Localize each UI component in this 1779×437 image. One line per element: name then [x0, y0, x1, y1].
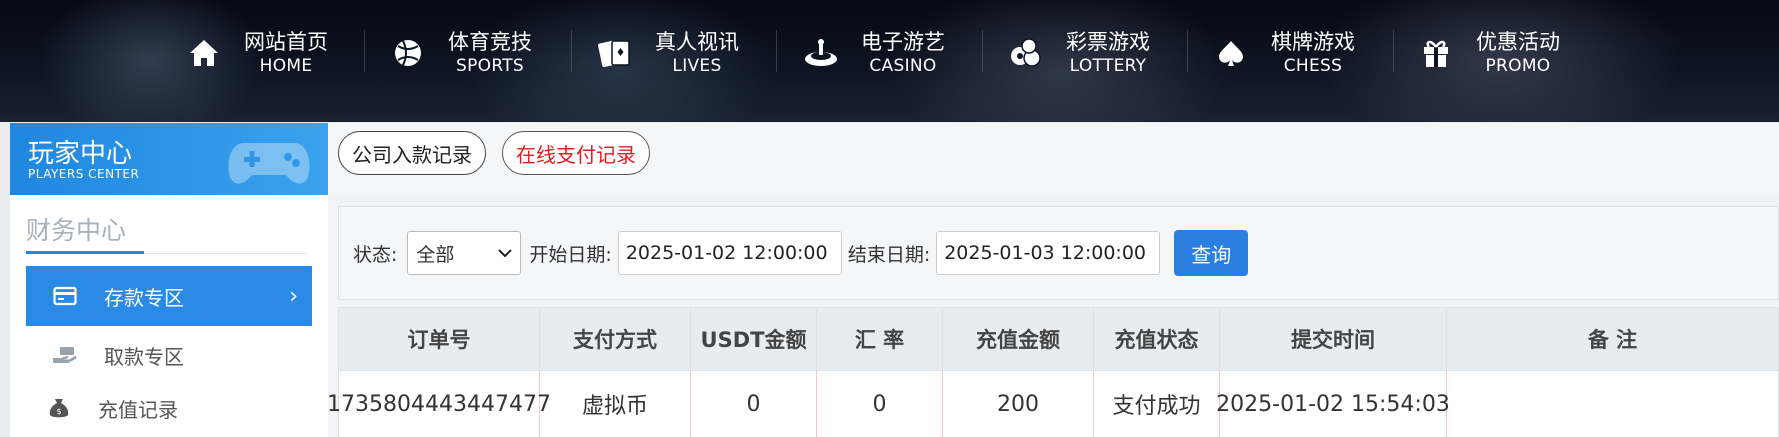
status-label: 状态: [353, 243, 398, 266]
nav-chess[interactable]: 棋牌游戏 CHESS [1213, 22, 1355, 84]
order-number-cell: 1735804443447477 [327, 371, 551, 437]
nav-separator [1187, 30, 1188, 72]
nav-label-zh: 网站首页 [244, 30, 328, 55]
column-header: 充值金额 [943, 308, 1094, 370]
status-select-value: 全部 [416, 243, 455, 266]
nav-label-en: PROMO [1485, 55, 1551, 76]
ball-icon [390, 35, 426, 71]
recharge-status-cell: 支付成功 [1094, 371, 1220, 437]
chevron-right-icon: › [289, 283, 298, 309]
sidebar-item-label: 取款专区 [104, 344, 184, 369]
nav-separator [776, 30, 777, 72]
remark-cell [1447, 371, 1778, 437]
column-header: 充值状态 [1094, 308, 1220, 370]
nav-separator [1393, 30, 1394, 72]
recharge-amount-cell: 200 [943, 371, 1094, 437]
sidebar-item-deposit[interactable]: 存款专区 › [26, 266, 312, 326]
start-date-input[interactable]: 2025-01-02 12:00:00 [617, 231, 842, 275]
column-header: 备 注 [1587, 328, 1638, 352]
usdt-amount-cell: 0 [691, 371, 817, 437]
column-header: USDT金额 [691, 308, 817, 370]
card-icon [50, 286, 80, 306]
spade-icon [1213, 35, 1249, 71]
nav-label-en: SPORTS [456, 55, 524, 76]
money-bag-icon: $ [44, 397, 74, 419]
nav-promo[interactable]: 优惠活动 PROMO [1418, 22, 1560, 84]
nav-label-zh: 棋牌游戏 [1271, 30, 1355, 55]
table-row: 1735804443447477 虚拟币 0 0 200 支付成功 2025-0… [327, 371, 1778, 437]
nav-label-en: LOTTERY [1069, 55, 1147, 76]
sidebar-item-withdraw[interactable]: 取款专区 [26, 325, 312, 385]
gift-icon [1418, 35, 1454, 71]
sidebar-item-recharge-record[interactable]: $ 充值记录 [20, 378, 306, 437]
nav-casino[interactable]: 电子游艺 CASINO [803, 22, 945, 84]
table-header: 订单号 支付方式 USDT金额 汇 率 充值金额 充值状态 提交时间 备 注 [339, 308, 1778, 371]
nav-label-zh: 电子游艺 [861, 30, 945, 55]
sidebar-item-label: 充值记录 [98, 397, 178, 422]
sidebar: 玩家中心 PLAYERS CENTER 财务中心 存款专区 › 取款专区 $ 充… [10, 123, 328, 437]
section-underline [26, 251, 144, 254]
sidebar-item-label: 存款专区 [104, 285, 184, 310]
start-date-label: 开始日期: [529, 243, 612, 266]
end-date-label: 结束日期: [847, 243, 931, 266]
lottery-balls-icon [1008, 35, 1044, 71]
hand-money-icon [50, 345, 80, 365]
submit-time-cell: 2025-01-02 15:54:03 [1216, 371, 1450, 437]
nav-label-en: CHESS [1283, 55, 1343, 76]
players-center-title: 玩家中心 [28, 139, 133, 169]
cards-icon [597, 35, 633, 71]
nav-separator [982, 30, 983, 72]
chevron-down-icon [498, 248, 513, 257]
roulette-icon [803, 35, 839, 71]
nav-label-en: LIVES [672, 55, 722, 76]
column-header: 订单号 [339, 308, 540, 370]
main-content: 公司入款记录 在线支付记录 状态: 全部 开始日期: 2025-01-02 12… [327, 123, 1779, 437]
filter-bar: 状态: 全部 开始日期: 2025-01-02 12:00:00 结束日期: 2… [338, 206, 1779, 300]
tab-online-payment-record[interactable]: 在线支付记录 [502, 131, 650, 175]
column-header: 汇 率 [817, 308, 943, 370]
nav-home[interactable]: 网站首页 HOME [186, 22, 328, 84]
nav-separator [364, 30, 365, 72]
tab-company-deposit-record[interactable]: 公司入款记录 [338, 131, 486, 175]
column-header: 支付方式 [540, 308, 691, 370]
nav-sports[interactable]: 体育竞技 SPORTS [390, 22, 532, 84]
column-header: 提交时间 [1220, 308, 1447, 370]
finance-center-title: 财务中心 [26, 216, 127, 245]
top-nav: 网站首页 HOME 体育竞技 SPORTS 真人视讯 LIVES 电子游艺 CASINO… [0, 0, 1779, 122]
records-table: 订单号 支付方式 USDT金额 汇 率 充值金额 充值状态 提交时间 备 注 1… [327, 307, 1779, 437]
nav-label-zh: 体育竞技 [448, 30, 532, 55]
tab-bar: 公司入款记录 在线支付记录 [328, 123, 1779, 195]
payment-method-cell: 虚拟币 [540, 371, 691, 437]
svg-text:$: $ [56, 407, 61, 416]
nav-lottery[interactable]: 彩票游戏 LOTTERY [1008, 22, 1150, 84]
players-center-header: 玩家中心 PLAYERS CENTER [10, 123, 328, 195]
status-select[interactable]: 全部 [407, 231, 522, 275]
exchange-rate-cell: 0 [817, 371, 943, 437]
nav-separator [571, 30, 572, 72]
nav-label-zh: 真人视讯 [655, 30, 739, 55]
home-icon [186, 35, 222, 71]
end-date-input[interactable]: 2025-01-03 12:00:00 [936, 231, 1161, 275]
nav-label-en: HOME [259, 55, 313, 76]
nav-label-zh: 彩票游戏 [1066, 30, 1150, 55]
gamepad-icon [228, 143, 310, 184]
query-button[interactable]: 查询 [1174, 230, 1249, 276]
players-center-subtitle: PLAYERS CENTER [28, 167, 140, 181]
nav-lives[interactable]: 真人视讯 LIVES [597, 22, 739, 84]
nav-label-zh: 优惠活动 [1476, 30, 1560, 55]
nav-label-en: CASINO [869, 55, 937, 76]
